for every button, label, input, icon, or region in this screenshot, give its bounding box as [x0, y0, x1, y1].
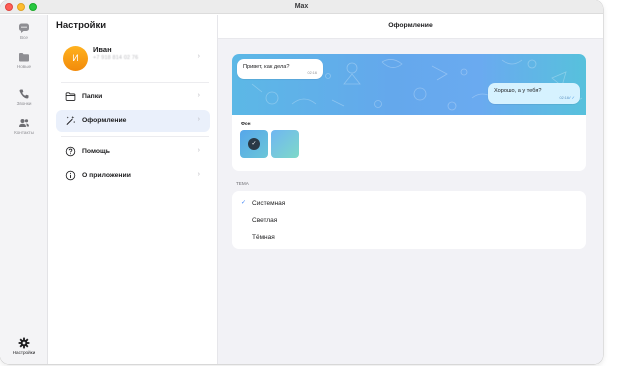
background-swatch-2[interactable]: [271, 130, 299, 158]
rail-label-contacts: Контакты: [14, 130, 34, 135]
theme-section-label: ТЕМА: [236, 181, 249, 186]
folder-outline-icon: [65, 92, 76, 101]
rail-label-settings: Настройки: [12, 350, 36, 355]
window-title: Max: [294, 3, 309, 10]
chevron-right-icon: ›: [197, 171, 200, 178]
incoming-message-time: 02:16: [307, 71, 317, 75]
theme-options-card: ✓ Системная Светлая Тёмная: [232, 191, 586, 249]
chat-bubble-icon: [19, 23, 29, 33]
incoming-message-text: Привет, как дела?: [243, 64, 290, 70]
rail-item-all[interactable]: Все: [0, 22, 48, 40]
menu-item-help[interactable]: Помощь ›: [56, 141, 210, 163]
menu-item-folders[interactable]: Папки ›: [56, 86, 210, 108]
rail-item-calls[interactable]: Звонки: [0, 88, 48, 106]
menu-item-appearance[interactable]: Оформление ›: [56, 110, 210, 132]
checkmark-icon: ✓: [241, 200, 247, 206]
avatar: И: [63, 46, 88, 71]
chevron-right-icon: ›: [197, 116, 200, 123]
background-swatch-1[interactable]: ✓: [240, 130, 268, 158]
outgoing-message-text: Хорошо, а у тебя?: [494, 88, 542, 94]
read-checkmarks-icon: ✓✓: [568, 95, 575, 100]
page-title: Оформление: [388, 22, 433, 29]
profile-row[interactable]: И Иван +7 918 814 02 76 ›: [56, 38, 210, 76]
theme-option-label: Светлая: [252, 217, 278, 224]
rail-item-settings[interactable]: Настройки: [0, 337, 48, 355]
info-icon: [65, 170, 76, 181]
gear-icon: [18, 337, 30, 349]
theme-option-label: Тёмная: [252, 234, 275, 241]
background-label: Фон: [241, 121, 251, 126]
theme-option-system[interactable]: ✓ Системная: [232, 195, 586, 212]
divider: [61, 82, 209, 83]
help-icon: [65, 146, 76, 157]
menu-label-help: Помощь: [82, 148, 110, 155]
settings-panel: Настройки И Иван +7 918 814 02 76 › Папк…: [48, 15, 218, 364]
chevron-right-icon: ›: [197, 147, 200, 154]
panel-header: Оформление: [218, 15, 603, 39]
chat-preview: Привет, как дела? 02:16 Хорошо, а у тебя…: [232, 54, 586, 115]
incoming-message-bubble: Привет, как дела? 02:16: [237, 59, 323, 79]
folder-icon: [19, 53, 29, 62]
menu-item-about[interactable]: О приложении ›: [56, 165, 210, 187]
menu-label-about: О приложении: [82, 172, 131, 179]
rail-item-contacts[interactable]: Контакты: [0, 117, 48, 135]
profile-phone: +7 918 814 02 76: [93, 55, 139, 61]
selected-check-icon: ✓: [248, 138, 260, 150]
phone-icon: [19, 89, 29, 99]
divider: [61, 136, 209, 137]
chat-background-card: Привет, как дела? 02:16 Хорошо, а у тебя…: [232, 54, 586, 171]
theme-option-dark[interactable]: Тёмная: [232, 229, 586, 246]
chevron-right-icon: ›: [197, 92, 200, 99]
menu-label-folders: Папки: [82, 93, 103, 100]
chevron-right-icon: ›: [197, 53, 200, 60]
rail-item-new[interactable]: Новые: [0, 51, 48, 69]
menu-label-appearance: Оформление: [82, 117, 127, 124]
appearance-panel: Оформление Привет, как дела? 02:16 Хорош…: [218, 15, 603, 364]
theme-option-label: Системная: [252, 200, 286, 207]
profile-name: Иван: [93, 45, 112, 54]
rail-label-calls: Звонки: [16, 101, 32, 106]
outgoing-message-bubble: Хорошо, а у тебя? 02:16 ✓✓: [488, 83, 580, 104]
rail-label-all: Все: [20, 35, 28, 40]
app-window: Max Все Новые Звонки Контакты Настройки …: [0, 0, 603, 364]
contacts-icon: [19, 119, 29, 127]
settings-title: Настройки: [56, 20, 107, 31]
navigation-rail: Все Новые Звонки Контакты Настройки: [0, 15, 48, 364]
title-bar: Max: [0, 0, 603, 14]
rail-label-new: Новые: [16, 64, 32, 69]
theme-option-light[interactable]: Светлая: [232, 212, 586, 229]
magic-wand-icon: [66, 115, 76, 125]
